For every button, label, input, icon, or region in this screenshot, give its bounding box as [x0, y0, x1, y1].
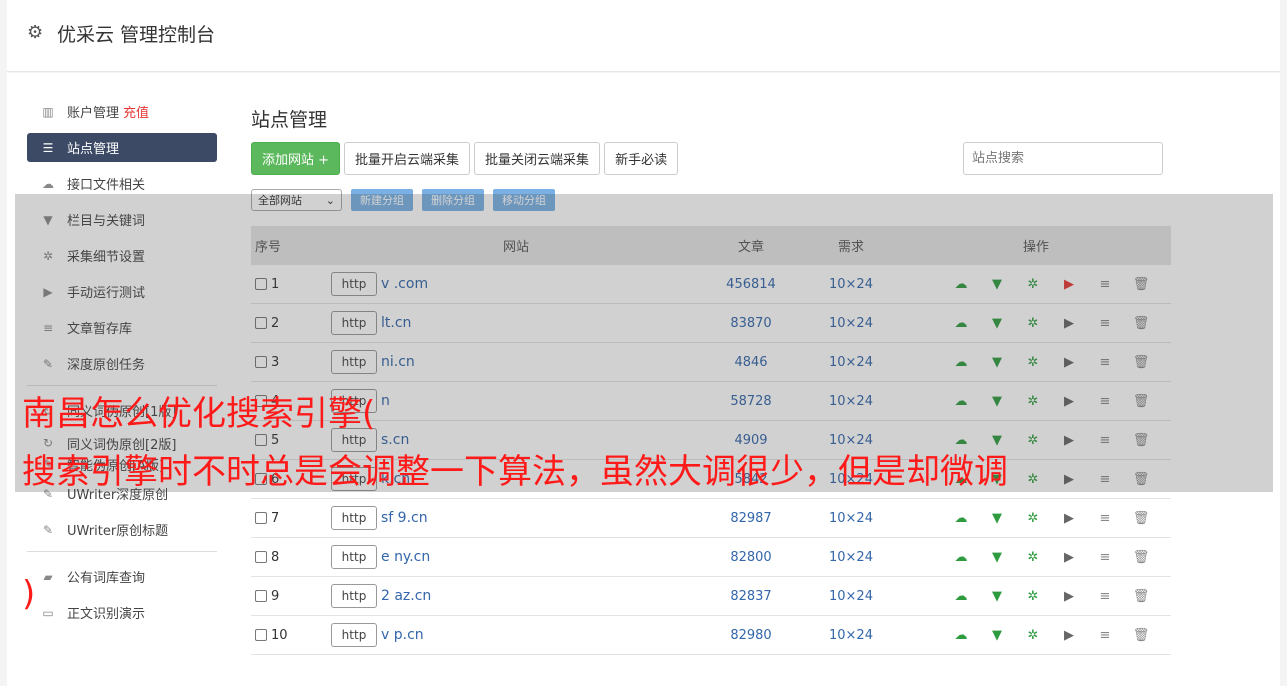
- sidebar-item-label: 站点管理: [67, 142, 120, 157]
- row-ops: ☁ ▼ ✲ ▶ ≡ 🗑: [901, 511, 1171, 526]
- row-index: 7: [271, 510, 280, 526]
- filter-icon[interactable]: ▼: [979, 550, 1015, 565]
- row-articles[interactable]: 82800: [701, 550, 801, 565]
- site-url[interactable]: v p.cn: [381, 627, 424, 643]
- book-icon: ▰: [43, 569, 53, 584]
- database-icon[interactable]: ≡: [1087, 589, 1123, 604]
- batch-enable-button[interactable]: 批量开启云端采集: [344, 142, 471, 175]
- filter-icon[interactable]: ▼: [979, 589, 1015, 604]
- top-bar: ⚙ 优采云 管理控制台: [7, 0, 1280, 72]
- cloud-upload-icon[interactable]: ☁: [943, 589, 979, 604]
- site-url[interactable]: e ny.cn: [381, 549, 430, 565]
- row-demand[interactable]: 10×24: [801, 550, 901, 565]
- dim-overlay: [15, 194, 1273, 492]
- sidebar-item-account[interactable]: ▥ 账户管理 充值: [27, 97, 217, 126]
- filter-icon[interactable]: ▼: [979, 511, 1015, 526]
- protocol-badge[interactable]: http: [331, 584, 377, 608]
- table-row: 8 http e ny.cn 82800 10×24 ☁ ▼ ✲ ▶ ≡ 🗑: [251, 538, 1171, 577]
- gears-icon[interactable]: ✲: [1015, 550, 1051, 565]
- row-site: http sf 9.cn: [331, 506, 701, 530]
- gear-icon: ⚙: [27, 22, 44, 43]
- sidebar-divider: [27, 551, 217, 552]
- sidebar-item-label: 公有词库查询: [67, 571, 146, 586]
- cloud-upload-icon[interactable]: ☁: [943, 628, 979, 643]
- gears-icon[interactable]: ✲: [1015, 589, 1051, 604]
- caption-line-2: 搜索引擎时不时总是会调整一下算法，虽然大调很少，但是却微调: [22, 452, 1008, 492]
- guide-button[interactable]: 新手必读: [604, 142, 679, 175]
- recharge-link[interactable]: 充值: [123, 102, 149, 121]
- sidebar-item-public-lexicon[interactable]: ▰ 公有词库查询: [27, 562, 217, 591]
- bar-chart-icon: ▥: [42, 104, 54, 119]
- gears-icon[interactable]: ✲: [1015, 511, 1051, 526]
- server-icon: ☰: [42, 140, 54, 155]
- row-checkbox[interactable]: [255, 551, 267, 563]
- site-url[interactable]: sf 9.cn: [381, 510, 428, 526]
- protocol-badge[interactable]: http: [331, 545, 377, 569]
- row-articles[interactable]: 82980: [701, 628, 801, 643]
- gears-icon[interactable]: ✲: [1015, 628, 1051, 643]
- page-title: 站点管理: [251, 109, 328, 131]
- row-demand[interactable]: 10×24: [801, 628, 901, 643]
- table-row: 10 http v p.cn 82980 10×24 ☁ ▼ ✲ ▶ ≡ 🗑: [251, 616, 1171, 655]
- trash-icon[interactable]: 🗑: [1123, 550, 1159, 565]
- sidebar-item-uwriter-title[interactable]: ✎ UWriter原创标题: [27, 515, 217, 544]
- app-title: 优采云 管理控制台: [57, 24, 216, 46]
- cloud-upload-icon[interactable]: ☁: [943, 511, 979, 526]
- row-checkbox[interactable]: [255, 512, 267, 524]
- site-url[interactable]: 2 az.cn: [381, 588, 431, 604]
- sidebar-item-text-recognition[interactable]: ▭ 正文识别演示: [27, 598, 217, 627]
- table-row: 7 http sf 9.cn 82987 10×24 ☁ ▼ ✲ ▶ ≡ 🗑: [251, 499, 1171, 538]
- row-checkbox[interactable]: [255, 629, 267, 641]
- row-ops: ☁ ▼ ✲ ▶ ≡ 🗑: [901, 628, 1171, 643]
- play-icon[interactable]: ▶: [1051, 628, 1087, 643]
- row-site: http v p.cn: [331, 623, 701, 647]
- row-no: 8: [251, 550, 331, 565]
- sidebar-item-label: 接口文件相关: [67, 178, 146, 193]
- row-index: 8: [271, 549, 280, 565]
- sidebar-item-label: 正文识别演示: [67, 607, 146, 622]
- database-icon[interactable]: ≡: [1087, 550, 1123, 565]
- site-search-input[interactable]: [963, 142, 1163, 175]
- row-no: 9: [251, 589, 331, 604]
- row-demand[interactable]: 10×24: [801, 511, 901, 526]
- cloud-upload-icon[interactable]: ☁: [943, 550, 979, 565]
- trash-icon[interactable]: 🗑: [1123, 511, 1159, 526]
- caption-line-1: 南昌怎么优化搜索引擎(: [22, 394, 376, 434]
- row-ops: ☁ ▼ ✲ ▶ ≡ 🗑: [901, 589, 1171, 604]
- action-bar: 添加网站 + 批量开启云端采集 批量关闭云端采集 新手必读: [251, 142, 682, 175]
- protocol-badge[interactable]: http: [331, 506, 377, 530]
- row-site: http e ny.cn: [331, 545, 701, 569]
- row-demand[interactable]: 10×24: [801, 589, 901, 604]
- sidebar-item-label: UWriter原创标题: [67, 524, 169, 539]
- caption-line-3: ): [22, 574, 36, 614]
- trash-icon[interactable]: 🗑: [1123, 628, 1159, 643]
- sidebar-item-sites[interactable]: ☰ 站点管理: [27, 133, 217, 162]
- play-icon[interactable]: ▶: [1051, 511, 1087, 526]
- database-icon[interactable]: ≡: [1087, 511, 1123, 526]
- add-site-button[interactable]: 添加网站 +: [251, 142, 341, 175]
- batch-disable-button[interactable]: 批量关闭云端采集: [474, 142, 601, 175]
- monitor-icon: ▭: [42, 605, 54, 620]
- filter-icon[interactable]: ▼: [979, 628, 1015, 643]
- row-no: 10: [251, 628, 331, 643]
- cloud-upload-icon: ☁: [42, 176, 54, 191]
- table-row: 9 http 2 az.cn 82837 10×24 ☁ ▼ ✲ ▶ ≡ 🗑: [251, 577, 1171, 616]
- edit-icon: ✎: [42, 522, 54, 537]
- row-index: 9: [271, 588, 280, 604]
- row-checkbox[interactable]: [255, 590, 267, 602]
- play-icon[interactable]: ▶: [1051, 589, 1087, 604]
- database-icon[interactable]: ≡: [1087, 628, 1123, 643]
- play-icon[interactable]: ▶: [1051, 550, 1087, 565]
- row-site: http 2 az.cn: [331, 584, 701, 608]
- row-articles[interactable]: 82837: [701, 589, 801, 604]
- protocol-badge[interactable]: http: [331, 623, 377, 647]
- row-articles[interactable]: 82987: [701, 511, 801, 526]
- row-index: 10: [271, 627, 288, 643]
- row-ops: ☁ ▼ ✲ ▶ ≡ 🗑: [901, 550, 1171, 565]
- row-no: 7: [251, 511, 331, 526]
- trash-icon[interactable]: 🗑: [1123, 589, 1159, 604]
- sidebar-item-label: 账户管理: [67, 106, 120, 121]
